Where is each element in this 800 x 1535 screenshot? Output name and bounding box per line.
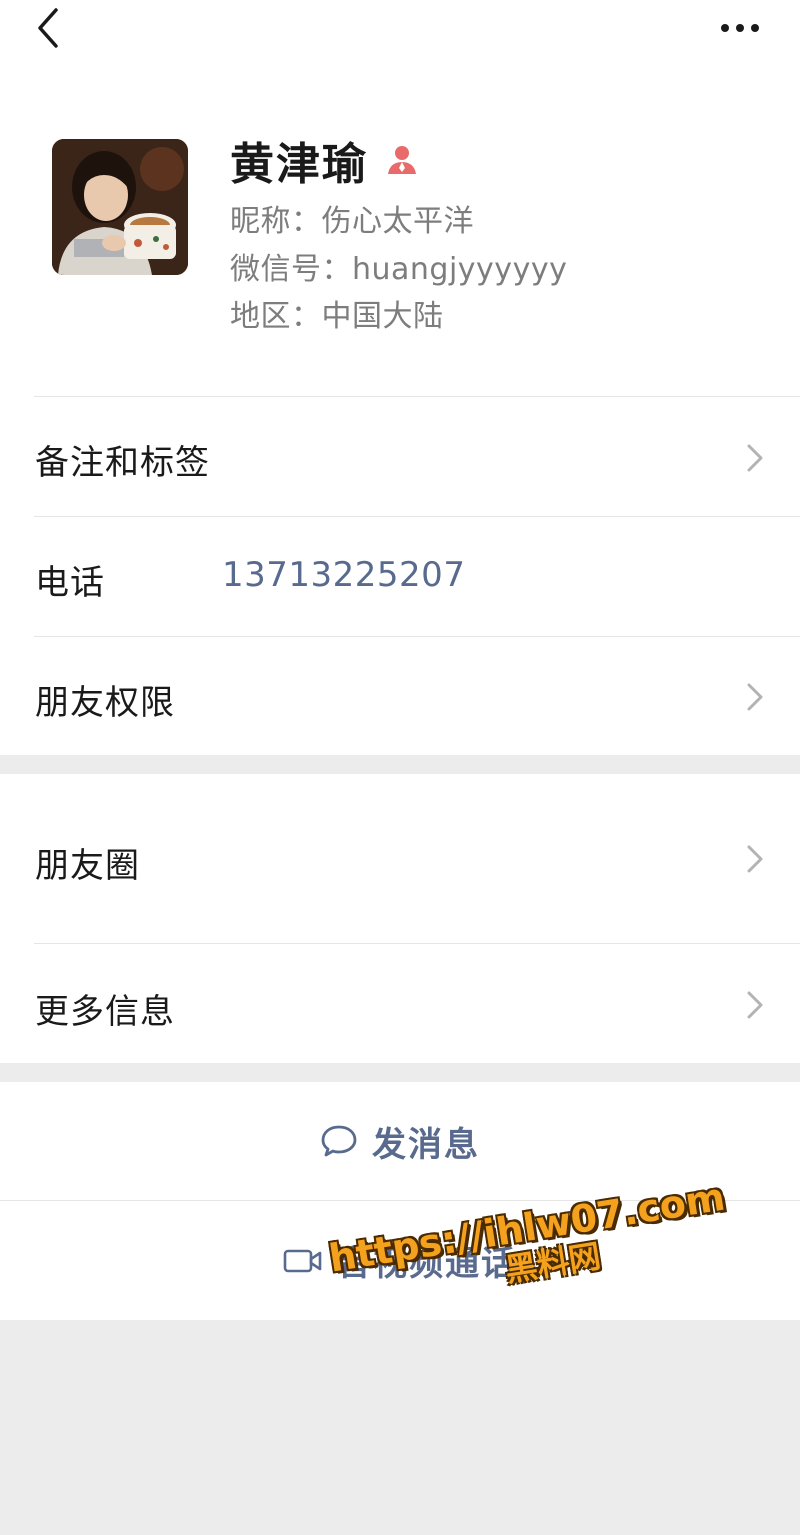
more-dots-icon — [721, 24, 759, 32]
phone-number[interactable]: 13713225207 — [222, 555, 465, 595]
region: 地区：中国大陆 — [230, 299, 444, 334]
phone-row[interactable]: 电话 13713225207 — [0, 517, 800, 636]
wechat-id: 微信号：huangjyyyyyy — [230, 252, 568, 287]
more-info-row[interactable]: 更多信息 — [0, 944, 800, 1063]
avatar[interactable] — [52, 139, 188, 275]
more-info-label: 更多信息 — [35, 992, 175, 1032]
more-button[interactable] — [710, 10, 770, 46]
chevron-right-icon — [747, 444, 763, 472]
chevron-right-icon — [747, 845, 763, 873]
top-bar — [0, 0, 800, 70]
friend-permissions-row[interactable]: 朋友权限 — [0, 637, 800, 755]
video-camera-icon — [283, 1249, 322, 1272]
nickname: 昵称：伤心太平洋 — [230, 204, 474, 239]
moments-section: 朋友圈 更多信息 — [0, 774, 800, 1063]
phone-label: 电话 — [35, 563, 105, 603]
chevron-right-icon — [747, 683, 763, 711]
name-row: 黄津瑜 — [230, 128, 420, 192]
avatar-image — [52, 139, 188, 275]
moments-row[interactable]: 朋友圈 — [0, 774, 800, 943]
moments-label: 朋友圈 — [35, 846, 140, 886]
female-icon — [388, 146, 416, 174]
remarks-label: 备注和标签 — [35, 443, 210, 483]
remarks-and-tags-row[interactable]: 备注和标签 — [0, 397, 800, 516]
permissions-label: 朋友权限 — [35, 683, 175, 723]
profile-card: 黄津瑜 昵称：伤心太平洋 微信号：huangjyyyyyy 地区：中国大陆 — [0, 70, 800, 397]
chat-bubble-icon — [321, 1125, 357, 1157]
contact-settings-section: 备注和标签 电话 13713225207 朋友权限 — [0, 397, 800, 755]
send-message-label: 发消息 — [372, 1124, 480, 1165]
chevron-left-icon — [38, 8, 58, 48]
profile-name: 黄津瑜 — [230, 139, 368, 190]
back-button[interactable] — [28, 6, 68, 50]
chevron-right-icon — [747, 991, 763, 1019]
